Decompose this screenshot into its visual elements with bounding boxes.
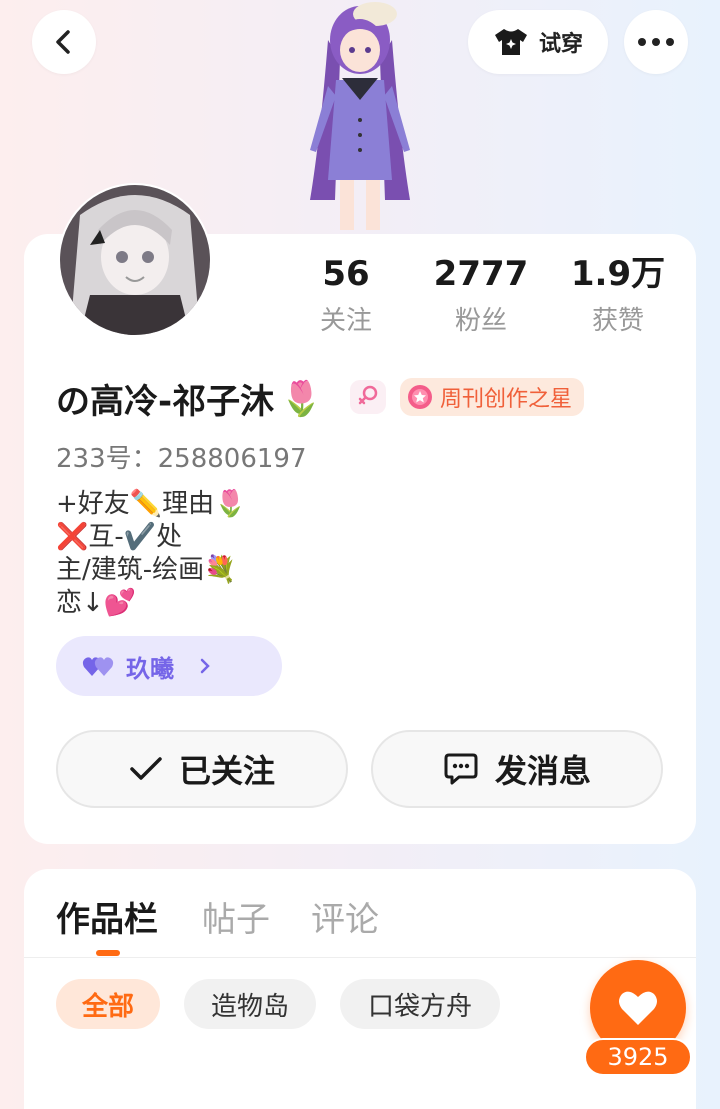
stat-followers-label: 粉丝 bbox=[454, 306, 507, 336]
back-button[interactable] bbox=[32, 10, 96, 74]
followed-button[interactable]: 已关注 bbox=[56, 730, 348, 808]
send-message-button[interactable]: 发消息 bbox=[371, 730, 663, 808]
user-id: 233号：258806197 bbox=[56, 444, 307, 474]
tab-divider bbox=[24, 957, 696, 958]
filter-creation-island[interactable]: 造物岛 bbox=[184, 979, 316, 1029]
stat-following-label: 关注 bbox=[319, 306, 372, 336]
stat-likes-value: 1.9万 bbox=[570, 254, 666, 294]
chat-bubble-icon bbox=[444, 753, 478, 785]
chevron-right-icon bbox=[200, 658, 210, 674]
checkmark-icon bbox=[130, 757, 162, 780]
filter-all[interactable]: 全部 bbox=[56, 979, 160, 1029]
try-on-label: 试穿 bbox=[538, 32, 583, 57]
stat-following-value: 56 bbox=[322, 254, 370, 294]
stat-following[interactable]: 56 关注 bbox=[286, 254, 406, 337]
double-heart-icon bbox=[82, 657, 114, 676]
like-count: 3925 bbox=[584, 1038, 692, 1076]
creator-star-badge[interactable]: 周刊创作之星 bbox=[400, 378, 585, 416]
tshirt-icon bbox=[494, 29, 527, 55]
stat-likes-label: 获赞 bbox=[591, 306, 644, 336]
avatar-3d-figure[interactable] bbox=[280, 0, 440, 232]
send-message-label: 发消息 bbox=[494, 752, 591, 790]
stat-followers-value: 2777 bbox=[433, 254, 529, 294]
more-dots-icon bbox=[638, 38, 674, 46]
stat-followers[interactable]: 2777 粉丝 bbox=[421, 254, 541, 337]
followed-button-label: 已关注 bbox=[178, 752, 275, 790]
tab-works[interactable]: 作品栏 bbox=[56, 892, 158, 941]
avatar-image bbox=[60, 185, 210, 335]
active-tab-indicator bbox=[96, 950, 120, 956]
nickname: の高冷-祁子沐 🌷 bbox=[56, 374, 322, 423]
back-arrow-icon bbox=[56, 30, 70, 54]
guild-link[interactable]: 玖曦 bbox=[56, 636, 282, 696]
nickname-emoji: 🌷 bbox=[280, 378, 323, 419]
heart-icon bbox=[619, 991, 657, 1025]
gender-female-icon bbox=[350, 380, 386, 414]
more-options-button[interactable] bbox=[624, 10, 688, 74]
stat-likes[interactable]: 1.9万 获赞 bbox=[558, 254, 678, 337]
guild-name: 玖曦 bbox=[126, 654, 174, 683]
tab-posts[interactable]: 帖子 bbox=[202, 892, 270, 941]
avatar[interactable] bbox=[58, 183, 212, 337]
filter-pocket-ark[interactable]: 口袋方舟 bbox=[340, 979, 500, 1029]
tab-comments[interactable]: 评论 bbox=[311, 892, 379, 941]
nickname-text: の高冷-祁子沐 bbox=[56, 382, 275, 422]
star-medal-icon bbox=[408, 385, 432, 409]
bio: +好友✏️理由🌷 ❌互-✔️处 主/建筑-绘画💐 恋↓💕 bbox=[56, 489, 247, 618]
try-on-button[interactable]: 试穿 bbox=[468, 10, 608, 74]
creator-star-badge-label: 周刊创作之星 bbox=[440, 387, 573, 412]
